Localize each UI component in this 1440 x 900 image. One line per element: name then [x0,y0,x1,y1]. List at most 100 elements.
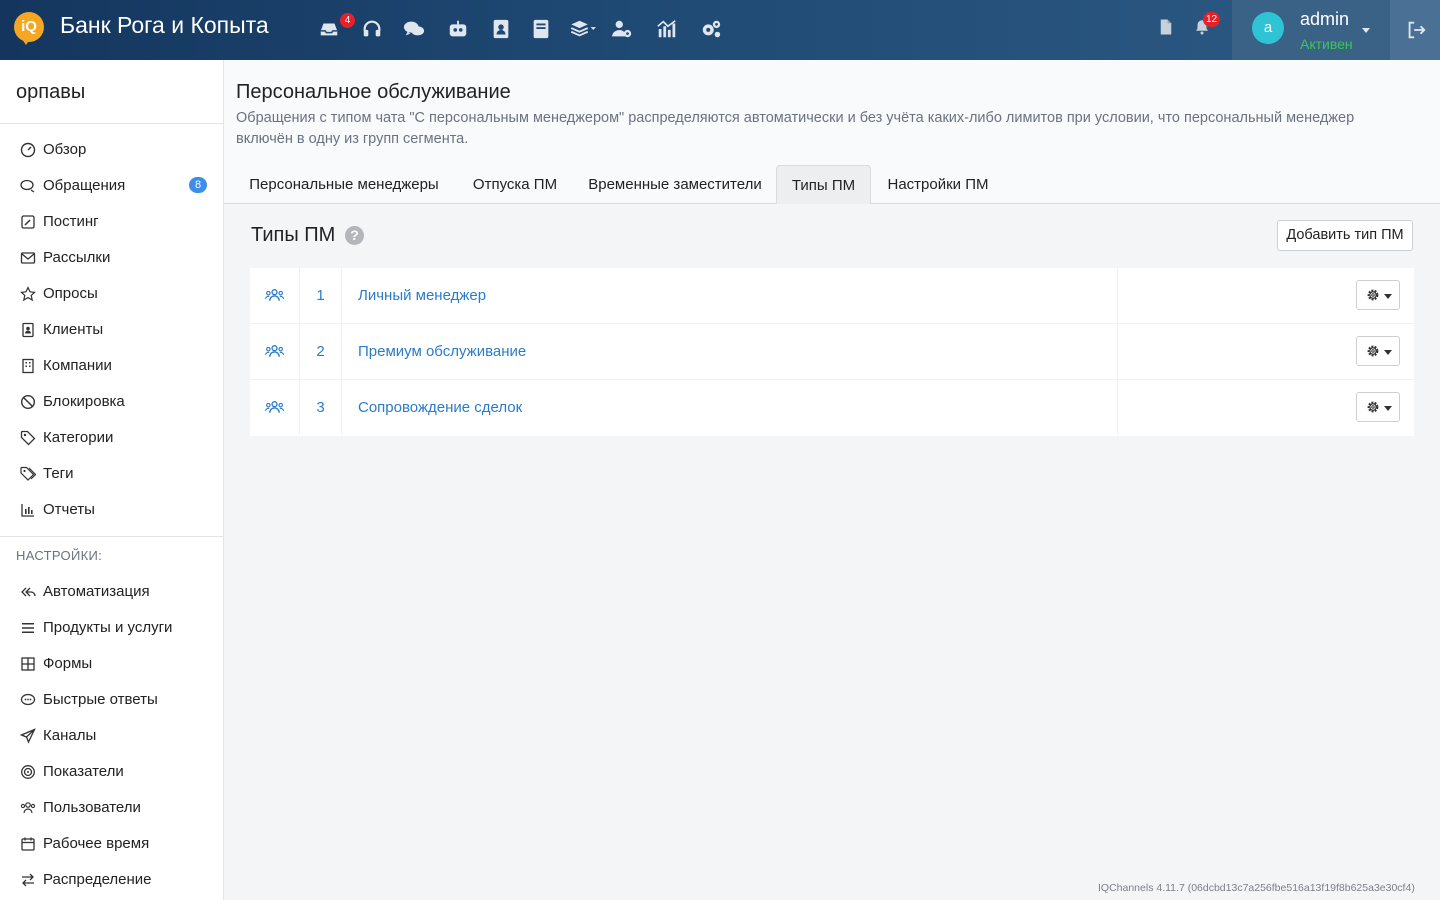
inbox-icon[interactable]: 4 [318,13,355,42]
help-icon[interactable]: ? [345,226,364,245]
table-row: 2 Премиум обслуживание [250,324,1414,380]
chevron-down-icon [1384,350,1392,355]
contact-book-icon[interactable] [490,18,514,42]
table-row: 3 Сопровождение сделок [250,380,1414,436]
gears-icon[interactable] [700,18,724,42]
pm-type-name-link[interactable]: Личный менеджер [358,268,486,323]
contact-icon [20,322,36,338]
sidebar-item-clients[interactable]: Клиенты [0,312,223,348]
edit-icon [20,214,36,230]
sidebar-item-appeals[interactable]: Обращения 8 [0,168,223,204]
document-icon[interactable] [1157,18,1175,42]
chevron-down-icon [1362,28,1370,33]
chat-bubbles-icon[interactable] [403,18,427,42]
project-title: орпавы [16,81,86,103]
robot-icon[interactable] [447,18,471,42]
settings-header: НАСТРОЙКИ: [16,548,103,563]
chat-icon [20,178,36,194]
headset-icon[interactable] [361,18,385,42]
sidebar-item-tags[interactable]: Теги [0,456,223,492]
avatar: a [1252,12,1284,44]
user-name: admin [1300,9,1350,29]
tab-pm-types[interactable]: Типы ПМ [776,165,871,204]
row-number[interactable]: 1 [300,268,342,323]
page-title: Персональное обслуживание [236,81,511,103]
users-icon [265,345,284,357]
sidebar: орпавы Обзор Обращения 8 Постинг Рассылк… [0,60,224,900]
sidebar-item-products[interactable]: Продукты и услуги [0,610,223,646]
ban-icon [20,394,36,410]
gear-icon [1367,345,1379,357]
tab-pm-settings[interactable]: Настройки ПМ [874,165,1002,204]
add-pm-type-button[interactable]: Добавить тип ПМ [1277,220,1413,251]
sidebar-item-mailings[interactable]: Рассылки [0,240,223,276]
chart-icon[interactable] [656,18,680,42]
tab-pm-vacations[interactable]: Отпуска ПМ [460,165,570,204]
gear-icon [1367,289,1379,301]
notifications-badge: 12 [1203,12,1221,27]
reply-all-icon [20,584,36,600]
user-gear-icon[interactable] [611,18,635,42]
sidebar-item-blocking[interactable]: Блокировка [0,384,223,420]
sidebar-item-posting[interactable]: Постинг [0,204,223,240]
table-row: 1 Личный менеджер [250,268,1414,324]
book-icon[interactable] [530,18,554,42]
sidebar-item-reports[interactable]: Отчеты [0,492,223,528]
pm-type-name-link[interactable]: Сопровождение сделок [358,380,522,435]
users-icon [20,800,36,816]
row-actions-button[interactable] [1356,392,1400,422]
sidebar-item-companies[interactable]: Компании [0,348,223,384]
sidebar-item-quick-replies[interactable]: Быстрые ответы [0,682,223,718]
inbox-badge: 4 [340,13,355,28]
calendar-icon [20,836,36,852]
mail-icon [20,250,36,266]
tag-icon [20,430,36,446]
logout-button[interactable] [1390,0,1440,60]
users-icon [265,401,284,413]
sidebar-item-categories[interactable]: Категории [0,420,223,456]
version-info: IQChannels 4.11.7 (06dcbd13c7a256fbe516a… [1098,882,1415,894]
exchange-icon [20,872,36,888]
paper-plane-icon [19,728,36,744]
main-content: Типы ПМ ? Добавить тип ПМ 1 Личный менед… [224,204,1440,900]
row-number[interactable]: 2 [300,324,342,379]
users-icon [265,289,284,301]
sidebar-item-indicators[interactable]: Показатели [0,754,223,790]
appeals-count-badge: 8 [189,177,207,193]
app-logo[interactable]: iQ [14,12,46,45]
section-title: Типы ПМ [251,224,336,246]
sidebar-item-distribution[interactable]: Распределение [0,862,223,898]
sidebar-item-automation[interactable]: Автоматизация [0,574,223,610]
brand-title: Банк Рога и Копыта [60,12,269,38]
sidebar-item-forms[interactable]: Формы [0,646,223,682]
tags-icon [20,466,37,482]
pm-types-table: 1 Личный менеджер 2 Премиум обслуживание [250,268,1414,436]
sidebar-divider [0,123,223,124]
sidebar-item-working-time[interactable]: Рабочее время [0,826,223,862]
user-menu[interactable]: a admin Активен [1232,0,1390,60]
page-header: Персональное обслуживание Обращения с ти… [224,60,1440,204]
row-actions-button[interactable] [1356,336,1400,366]
row-actions-button[interactable] [1356,280,1400,310]
bell-icon[interactable]: 12 [1193,12,1221,42]
row-number[interactable]: 3 [300,380,342,435]
building-icon [20,358,36,374]
chevron-down-icon [1384,294,1392,299]
sidebar-item-overview[interactable]: Обзор [0,132,223,168]
bar-chart-icon [20,502,36,518]
layers-icon[interactable] [570,18,602,42]
user-status: Активен [1300,36,1353,52]
sidebar-item-channels[interactable]: Каналы [0,718,223,754]
comment-icon [20,692,36,708]
grid-icon [20,656,36,672]
tab-personal-managers[interactable]: Персональные менеджеры [240,165,448,204]
tab-temporary-deputies[interactable]: Временные заместители [580,165,770,204]
star-icon [20,286,36,302]
gear-icon [1367,401,1379,413]
sidebar-item-surveys[interactable]: Опросы [0,276,223,312]
target-icon [20,764,36,780]
logout-icon [1408,21,1426,39]
pm-type-name-link[interactable]: Премиум обслуживание [358,324,526,379]
sidebar-item-users[interactable]: Пользователи [0,790,223,826]
page-description: Обращения с типом чата "С персональным м… [236,110,1355,147]
